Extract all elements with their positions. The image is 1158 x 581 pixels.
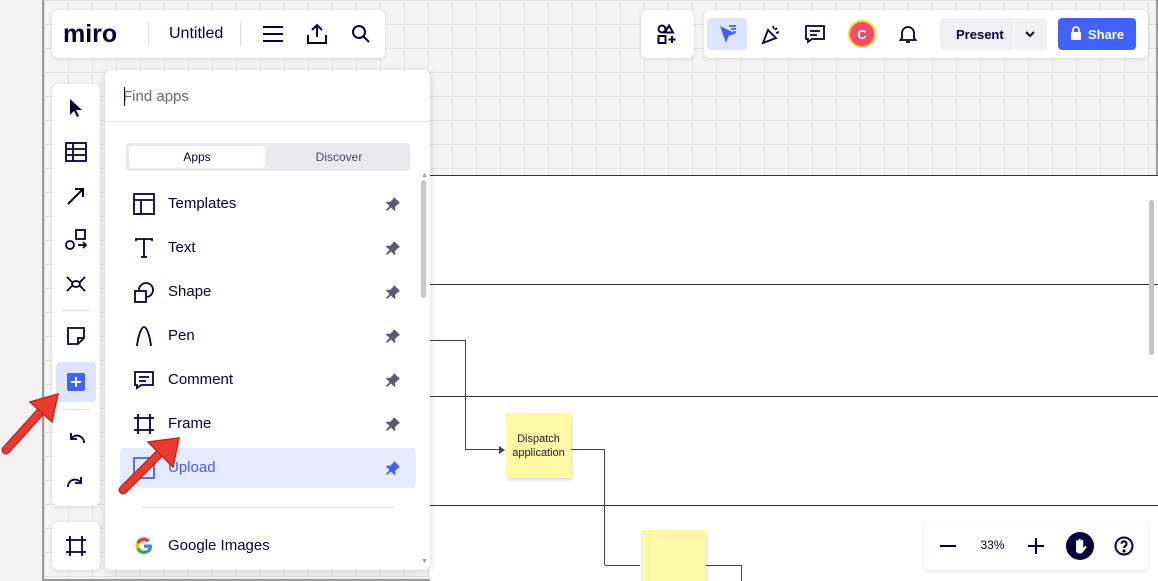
connector-arrowhead <box>499 446 505 454</box>
frames-icon[interactable] <box>56 526 96 566</box>
zoom-out-icon[interactable] <box>932 530 964 562</box>
app-item-text[interactable]: Text <box>120 228 416 268</box>
app-item-label: Comment <box>168 371 234 388</box>
pin-icon[interactable] <box>385 196 401 212</box>
redo-icon[interactable] <box>56 462 96 502</box>
zoom-controls: 33% <box>924 522 1148 570</box>
share-button[interactable]: Share <box>1058 18 1136 50</box>
table-tool-icon[interactable] <box>56 132 96 172</box>
miro-logo[interactable]: miro <box>63 20 117 49</box>
app-item-label: Google Images <box>168 537 270 554</box>
bell-icon[interactable] <box>888 18 928 50</box>
chevron-down-icon[interactable] <box>1024 27 1036 45</box>
connector-line <box>571 449 605 565</box>
lane-divider <box>430 175 1158 176</box>
connector-line <box>706 565 742 581</box>
app-item-comment[interactable]: Comment <box>120 360 416 400</box>
pen-icon <box>132 324 156 348</box>
sticky-note[interactable] <box>641 530 706 581</box>
app-item-label: Text <box>168 239 196 256</box>
apps-toolbar <box>641 10 694 58</box>
mind-map-icon[interactable] <box>56 264 96 304</box>
app-item-label: Pen <box>168 327 195 344</box>
share-label: Share <box>1087 26 1125 42</box>
cursor-select-icon[interactable] <box>707 18 747 50</box>
help-icon[interactable] <box>1108 530 1140 562</box>
pin-icon[interactable] <box>385 372 401 388</box>
swimlane-board[interactable] <box>430 175 1158 581</box>
scroll-up-icon[interactable]: ▲ <box>421 172 428 179</box>
comment-icon <box>132 368 156 392</box>
app-item-shape[interactable]: Shape <box>120 272 416 312</box>
lane-divider <box>430 396 1158 397</box>
board-header: miro Untitled <box>52 10 385 58</box>
lane-divider <box>430 284 1158 285</box>
connection-line-icon[interactable] <box>56 176 96 216</box>
pin-icon[interactable] <box>385 284 401 300</box>
zoom-level[interactable]: 33% <box>976 538 1009 552</box>
google-icon <box>132 534 156 558</box>
app-item-label: Shape <box>168 283 212 300</box>
app-item-google-images[interactable]: Google Images <box>120 526 416 566</box>
apps-tab-switcher: Apps Discover <box>126 143 410 171</box>
sticky-note-icon[interactable] <box>56 316 96 356</box>
collaboration-toolbar: C Present Share <box>704 10 1148 58</box>
frames-panel <box>52 522 100 570</box>
text-caret <box>124 87 125 106</box>
text-icon <box>132 236 156 260</box>
pin-icon[interactable] <box>385 328 401 344</box>
export-icon[interactable] <box>305 22 329 46</box>
annotation-arrow <box>118 437 180 495</box>
apps-icon[interactable] <box>647 18 687 50</box>
pin-icon[interactable] <box>385 416 401 432</box>
tab-discover[interactable]: Discover <box>271 146 407 168</box>
apps-panel-scrollbar[interactable] <box>421 180 426 298</box>
present-button[interactable]: Present <box>940 18 1047 50</box>
find-apps-input[interactable] <box>123 84 403 108</box>
shapes-tool-icon[interactable] <box>56 220 96 260</box>
annotation-arrow <box>1 392 59 455</box>
scroll-down-icon[interactable]: ▼ <box>421 558 428 565</box>
connector-line <box>605 565 640 566</box>
menu-icon[interactable] <box>261 22 285 46</box>
present-label: Present <box>956 27 1004 42</box>
board-title[interactable]: Untitled <box>169 25 223 43</box>
user-avatar[interactable]: C <box>848 20 876 48</box>
chat-icon[interactable] <box>795 18 835 50</box>
canvas-scrollbar[interactable] <box>1149 200 1154 355</box>
app-item-templates[interactable]: Templates <box>120 184 416 224</box>
app-item-label: Templates <box>168 195 237 212</box>
celebration-icon[interactable] <box>751 18 791 50</box>
lane-divider <box>430 505 1158 506</box>
zoom-in-icon[interactable] <box>1020 530 1052 562</box>
pin-icon[interactable] <box>385 240 401 256</box>
pin-icon[interactable] <box>385 460 401 476</box>
apps-search-box <box>105 70 430 122</box>
search-icon[interactable] <box>349 22 373 46</box>
shape-icon <box>132 280 156 304</box>
templates-icon <box>132 192 156 216</box>
lock-icon <box>1070 25 1082 43</box>
hand-tool-icon[interactable] <box>1064 530 1096 562</box>
sticky-note[interactable]: Dispatch application <box>506 413 571 478</box>
select-tool-icon[interactable] <box>56 88 96 128</box>
app-item-label: Frame <box>168 415 212 432</box>
tab-apps[interactable]: Apps <box>129 146 265 168</box>
app-item-pen[interactable]: Pen <box>120 316 416 356</box>
